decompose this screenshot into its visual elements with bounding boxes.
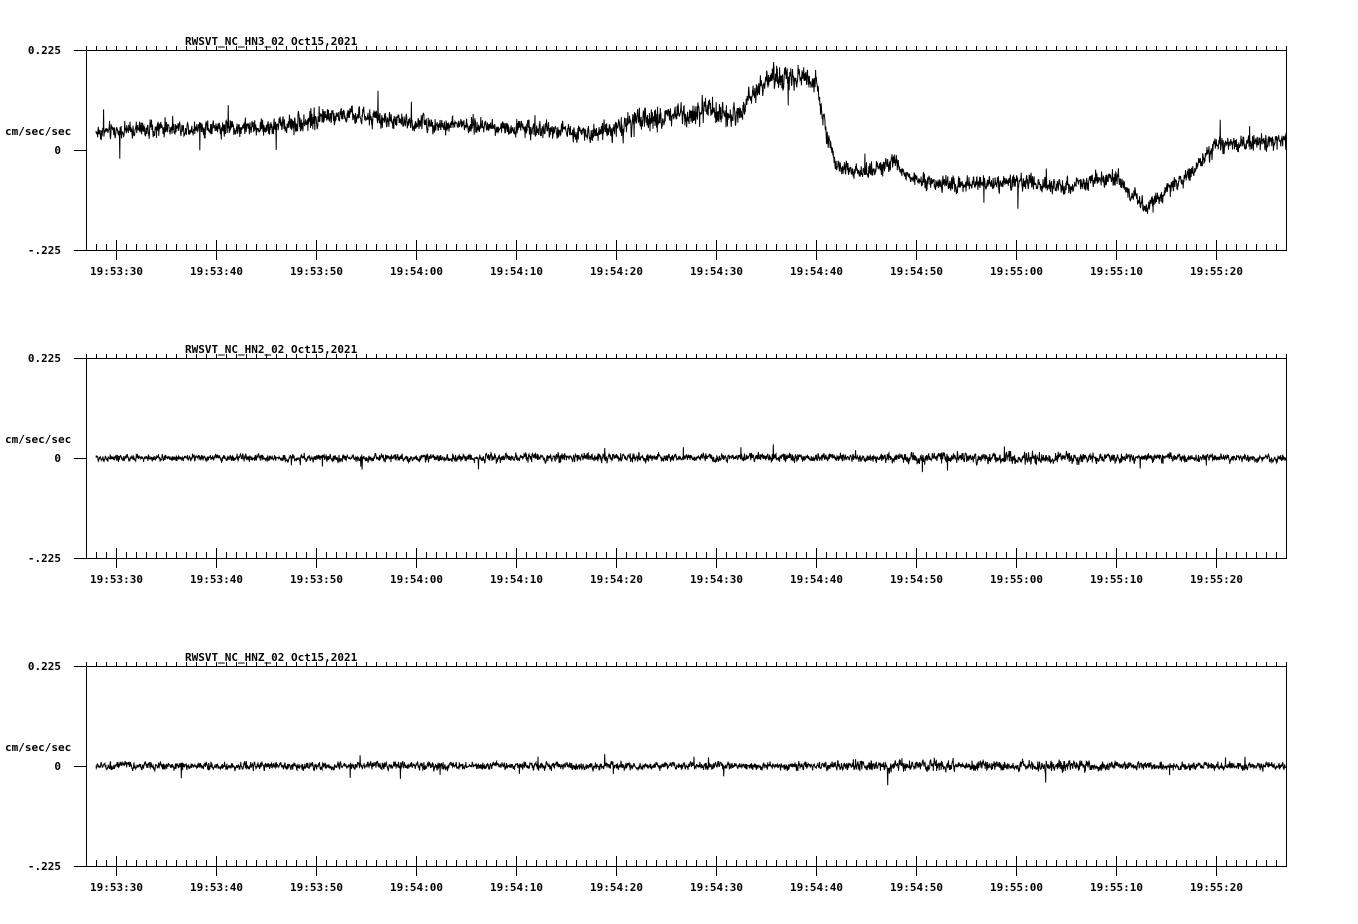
panel-3: RWSVT_NC_HNZ_02 Oct15,2021 cm/sec/sec 0.22… (5, 651, 1287, 894)
x-tick-label: 19:55:10 (1090, 881, 1143, 894)
x-tick-label: 19:53:40 (190, 881, 243, 894)
x-tick-label: 19:54:30 (690, 573, 743, 586)
y-axis-label: cm/sec/sec (5, 433, 71, 446)
x-minor-ticks (86, 46, 1287, 250)
x-tick-label: 19:54:10 (490, 881, 543, 894)
y-tick-label: -.225 (28, 244, 61, 257)
x-tick-label: 19:55:20 (1190, 881, 1243, 894)
x-tick-label: 19:54:30 (690, 881, 743, 894)
x-tick-label: 19:54:40 (790, 881, 843, 894)
y-tick-label: 0.225 (28, 660, 61, 673)
station-title: RWSVT_NC_HN2_02 Oct15,2021 (185, 343, 358, 356)
x-tick-label: 19:53:40 (190, 573, 243, 586)
x-tick-label: 19:54:40 (790, 265, 843, 278)
x-tick-label: 19:54:40 (790, 573, 843, 586)
x-tick-label: 19:55:00 (990, 881, 1043, 894)
y-tick-label: -.225 (28, 860, 61, 873)
y-tick-label: 0.225 (28, 352, 61, 365)
x-tick-label: 19:54:20 (590, 265, 643, 278)
x-tick-label: 19:54:50 (890, 573, 943, 586)
x-tick-label: 19:54:10 (490, 265, 543, 278)
x-tick-label: 19:53:40 (190, 265, 243, 278)
x-tick-label: 19:54:00 (390, 573, 443, 586)
y-tick-label: 0 (54, 144, 61, 157)
y-tick-label: -.225 (28, 552, 61, 565)
x-tick-label: 19:53:50 (290, 881, 343, 894)
x-minor-ticks (86, 662, 1287, 866)
x-tick-label: 19:54:10 (490, 573, 543, 586)
x-tick-label: 19:53:50 (290, 265, 343, 278)
waveform-trace (95, 444, 1287, 473)
x-tick-label: 19:53:30 (90, 265, 143, 278)
x-tick-label: 19:55:00 (990, 573, 1043, 586)
y-tick-label: 0 (54, 452, 61, 465)
seismogram-panels: RWSVT_NC_HN3_02 Oct15,2021 cm/sec/sec 0.22… (5, 35, 1287, 894)
x-tick-label: 19:54:20 (590, 573, 643, 586)
panel-1: RWSVT_NC_HN3_02 Oct15,2021 cm/sec/sec 0.22… (5, 35, 1287, 278)
waveform-trace (95, 754, 1287, 786)
x-tick-label: 19:55:10 (1090, 265, 1143, 278)
x-tick-label: 19:53:30 (90, 881, 143, 894)
y-tick-label: 0 (54, 760, 61, 773)
station-title: RWSVT_NC_HNZ_02 Oct15,2021 (185, 651, 358, 664)
x-tick-label: 19:55:20 (1190, 265, 1243, 278)
x-tick-label: 19:54:20 (590, 881, 643, 894)
x-tick-label: 19:55:20 (1190, 573, 1243, 586)
station-title: RWSVT_NC_HN3_02 Oct15,2021 (185, 35, 358, 48)
y-axis-label: cm/sec/sec (5, 741, 71, 754)
x-tick-label: 19:54:30 (690, 265, 743, 278)
x-tick-label: 19:55:10 (1090, 573, 1143, 586)
x-tick-label: 19:55:00 (990, 265, 1043, 278)
plot-frame (86, 50, 1287, 251)
x-tick-label: 19:54:50 (890, 265, 943, 278)
panel-2: RWSVT_NC_HN2_02 Oct15,2021 cm/sec/sec 0.22… (5, 343, 1287, 586)
y-tick-label: 0.225 (28, 44, 61, 57)
x-tick-label: 19:54:00 (390, 881, 443, 894)
y-axis-label: cm/sec/sec (5, 125, 71, 138)
x-tick-label: 19:54:50 (890, 881, 943, 894)
waveform-trace (95, 61, 1287, 214)
x-tick-label: 19:53:30 (90, 573, 143, 586)
x-tick-label: 19:54:00 (390, 265, 443, 278)
x-tick-label: 19:53:50 (290, 573, 343, 586)
